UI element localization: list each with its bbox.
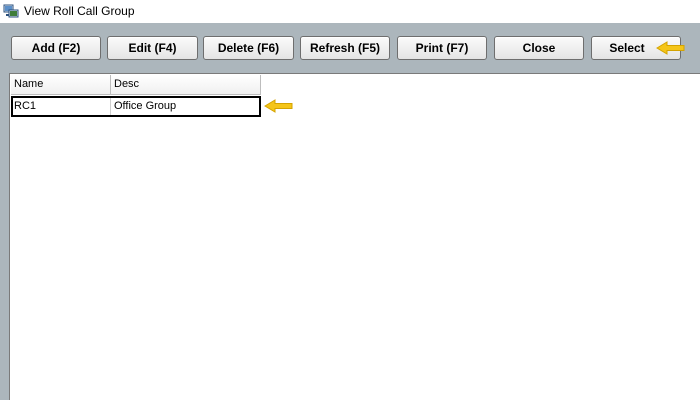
roll-call-app-icon <box>3 3 19 19</box>
roll-call-group-grid: Name Desc RC1 Office Group <box>9 73 700 400</box>
refresh-button[interactable]: Refresh (F5) <box>300 36 390 60</box>
print-button[interactable]: Print (F7) <box>397 36 487 60</box>
row-pointer-arrow-icon <box>264 99 293 113</box>
title-bar: View Roll Call Group <box>0 0 700 23</box>
edit-button[interactable]: Edit (F4) <box>107 36 198 60</box>
window-title: View Roll Call Group <box>24 4 135 18</box>
table-row[interactable]: RC1 Office Group <box>11 96 261 117</box>
view-roll-call-group-window: View Roll Call Group Add (F2) Edit (F4) … <box>0 0 700 400</box>
toolbar: Add (F2) Edit (F4) Delete (F6) Refresh (… <box>0 23 700 73</box>
column-header-desc[interactable]: Desc <box>111 75 261 95</box>
grid-header: Name Desc <box>11 75 261 95</box>
cell-name[interactable]: RC1 <box>13 98 111 115</box>
delete-button[interactable]: Delete (F6) <box>203 36 294 60</box>
select-pointer-arrow-icon <box>656 41 685 55</box>
column-header-name[interactable]: Name <box>11 75 111 95</box>
client-area: Add (F2) Edit (F4) Delete (F6) Refresh (… <box>0 23 700 400</box>
close-button[interactable]: Close <box>494 36 584 60</box>
cell-desc[interactable]: Office Group <box>111 98 259 115</box>
add-button[interactable]: Add (F2) <box>11 36 101 60</box>
